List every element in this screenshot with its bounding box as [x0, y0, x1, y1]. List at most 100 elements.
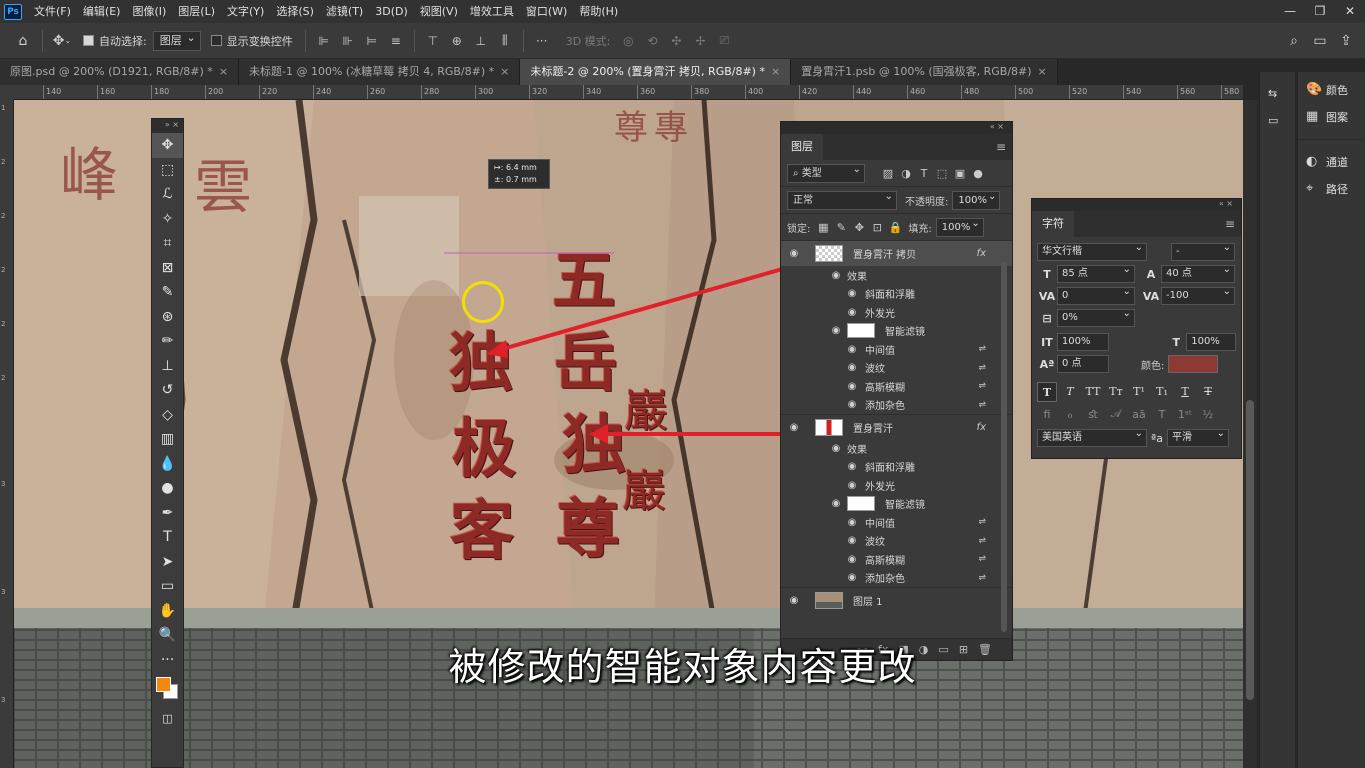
pen-tool[interactable]: ✒	[152, 501, 183, 526]
visibility-eye-icon[interactable]: ◉	[787, 422, 801, 433]
visibility-eye-icon[interactable]: ◉	[845, 517, 859, 528]
panel-collapse-icon[interactable]: « ×	[1032, 199, 1241, 211]
visibility-eye-icon[interactable]: ◉	[845, 362, 859, 373]
menu-file[interactable]: 文件(F)	[28, 0, 77, 23]
tab-document[interactable]: 未标题-1 @ 100% (冰糖草莓 拷贝 4, RGB/8#) * ×	[239, 59, 521, 85]
3d-roll-icon[interactable]: ⟲	[642, 31, 662, 51]
discretionary-ligatures-button[interactable]: ℴ	[1060, 408, 1080, 421]
kerning-input[interactable]: 0	[1057, 284, 1135, 305]
eraser-tool[interactable]: ◇	[152, 403, 183, 428]
fx-icon[interactable]: fx	[977, 248, 986, 259]
brush-tool[interactable]: ✏	[152, 329, 183, 354]
path-select-tool[interactable]: ➤	[152, 550, 183, 575]
align-right-icon[interactable]: ⊨	[362, 31, 382, 51]
align-vcenter-icon[interactable]: ⊕	[447, 31, 467, 51]
filter-pixel-icon[interactable]: ▨	[879, 167, 897, 180]
frame-tool[interactable]: ⊠	[152, 256, 183, 281]
gradient-tool[interactable]: ▥	[152, 427, 183, 452]
align-top-icon[interactable]: ⊤	[423, 31, 443, 51]
layer-kind-filter[interactable]: ⌕ 类型	[787, 161, 865, 183]
filter-options-icon[interactable]: ⇌	[978, 381, 986, 391]
layer-effects-row[interactable]: ◉ 效果	[781, 439, 1012, 458]
filter-row[interactable]: ◉ 中间值 ⇌	[781, 340, 1012, 359]
auto-select-checkbox[interactable]	[83, 35, 94, 46]
panel-menu-icon[interactable]: ≡	[996, 140, 1006, 154]
filter-options-icon[interactable]: ⇌	[978, 554, 986, 564]
fill-input[interactable]: 100%	[935, 215, 984, 237]
font-style-select[interactable]: -	[1171, 240, 1235, 261]
visibility-eye-icon[interactable]: ◉	[845, 399, 859, 410]
visibility-eye-icon[interactable]: ◉	[845, 480, 859, 491]
visibility-eye-icon[interactable]: ◉	[787, 595, 801, 606]
more-options-icon[interactable]: ···	[532, 31, 552, 51]
filter-options-icon[interactable]: ⇌	[978, 344, 986, 354]
fractions-button[interactable]: 1ˢᵗ	[1175, 408, 1195, 421]
blur-tool[interactable]: 💧	[152, 452, 183, 477]
history-brush-tool[interactable]: ↺	[152, 378, 183, 403]
restore-button[interactable]: ❐	[1305, 0, 1335, 23]
distribute-vertical-icon[interactable]: ⫼	[495, 31, 515, 51]
dodge-tool[interactable]: ●	[152, 476, 183, 501]
show-transform-checkbox[interactable]	[210, 35, 222, 46]
layer-row[interactable]: ◉ 置身霄汗 fx	[781, 414, 1012, 439]
menu-help[interactable]: 帮助(H)	[573, 0, 624, 23]
filter-row[interactable]: ◉ 波纹 ⇌	[781, 359, 1012, 378]
visibility-eye-icon[interactable]: ◉	[845, 535, 859, 546]
all-caps-button[interactable]: TT	[1083, 382, 1103, 402]
faux-bold-button[interactable]: T	[1037, 382, 1057, 402]
opacity-input[interactable]: 100%	[952, 188, 1001, 210]
tab-document[interactable]: 置身霄汗1.psb @ 100% (国强极客, RGB/8#) ×	[791, 59, 1058, 85]
tab-document-active[interactable]: 未标题-2 @ 200% (置身霄汗 拷贝, RGB/8#) * ×	[520, 59, 792, 85]
hand-tool[interactable]: ✋	[152, 599, 183, 624]
filter-row[interactable]: ◉ 波纹 ⇌	[781, 532, 1012, 551]
visibility-eye-icon[interactable]: ◉	[845, 307, 859, 318]
tsume-input[interactable]: 0%	[1057, 306, 1135, 327]
home-icon[interactable]: ⌂	[10, 28, 36, 54]
filter-options-icon[interactable]: ⇌	[978, 536, 986, 546]
align-bottom-icon[interactable]: ⊥	[471, 31, 491, 51]
half-fraction-button[interactable]: ½	[1198, 408, 1218, 421]
panel-collapse-icon[interactable]: « ×	[781, 122, 1012, 134]
3d-drag-icon[interactable]: ✣	[666, 31, 686, 51]
dock-color-panel[interactable]: 🎨 颜色	[1298, 76, 1365, 103]
move-tool[interactable]: ✥	[152, 133, 183, 158]
visibility-eye-icon[interactable]: ◉	[829, 270, 843, 281]
font-family-select[interactable]: 华文行楷	[1037, 240, 1147, 261]
close-window-button[interactable]: ✕	[1335, 0, 1365, 23]
filter-shape-icon[interactable]: ⬚	[933, 167, 951, 180]
history-panel-icon[interactable]: ⇆	[1260, 80, 1295, 107]
ligatures-button[interactable]: ﬁ	[1037, 408, 1057, 421]
layer-row[interactable]: ◉ 图层 1	[781, 587, 1012, 612]
visibility-eye-icon[interactable]: ◉	[845, 572, 859, 583]
menu-3d[interactable]: 3D(D)	[369, 0, 414, 23]
filter-row[interactable]: ◉ 添加杂色 ⇌	[781, 396, 1012, 415]
menu-layer[interactable]: 图层(L)	[172, 0, 221, 23]
magic-wand-tool[interactable]: ✧	[152, 207, 183, 232]
visibility-eye-icon[interactable]: ◉	[845, 344, 859, 355]
layer-row[interactable]: ◉ 置身霄汗 拷贝 fx	[781, 241, 1012, 266]
visibility-eye-icon[interactable]: ◉	[829, 498, 843, 509]
filter-row[interactable]: ◉ 中间值 ⇌	[781, 513, 1012, 532]
layer-effect-row[interactable]: ◉ 外发光	[781, 303, 1012, 322]
underline-button[interactable]: T	[1175, 382, 1195, 402]
minimize-button[interactable]: —	[1275, 0, 1305, 23]
move-tool-preset-icon[interactable]: ✥ ⌄	[49, 28, 75, 54]
text-color-swatch[interactable]	[1168, 355, 1219, 373]
menu-window[interactable]: 窗口(W)	[520, 0, 573, 23]
menu-select[interactable]: 选择(S)	[270, 0, 320, 23]
healing-tool[interactable]: ⊛	[152, 305, 183, 330]
lock-paint-icon[interactable]: ✎	[832, 221, 850, 234]
filter-options-icon[interactable]: ⇌	[978, 573, 986, 583]
font-size-input[interactable]: 85 点	[1057, 262, 1135, 283]
horizontal-ruler[interactable]: 140 160 180 200 220 240 260 280 300 320 …	[14, 85, 1243, 100]
3d-camera-icon[interactable]: ⎚	[714, 31, 734, 51]
toolbox-collapse-icon[interactable]: » ×	[152, 119, 183, 133]
close-icon[interactable]: ×	[771, 65, 780, 78]
lock-all-icon[interactable]: 🔒	[886, 221, 904, 234]
type-tool[interactable]: T	[152, 525, 183, 550]
smart-filter-row[interactable]: ◉ 智能滤镜	[781, 495, 1012, 514]
visibility-eye-icon[interactable]: ◉	[845, 381, 859, 392]
distribute-icon[interactable]: ≡	[386, 31, 406, 51]
menu-image[interactable]: 图像(I)	[126, 0, 172, 23]
baseline-shift-input[interactable]: 0 点	[1057, 355, 1109, 373]
